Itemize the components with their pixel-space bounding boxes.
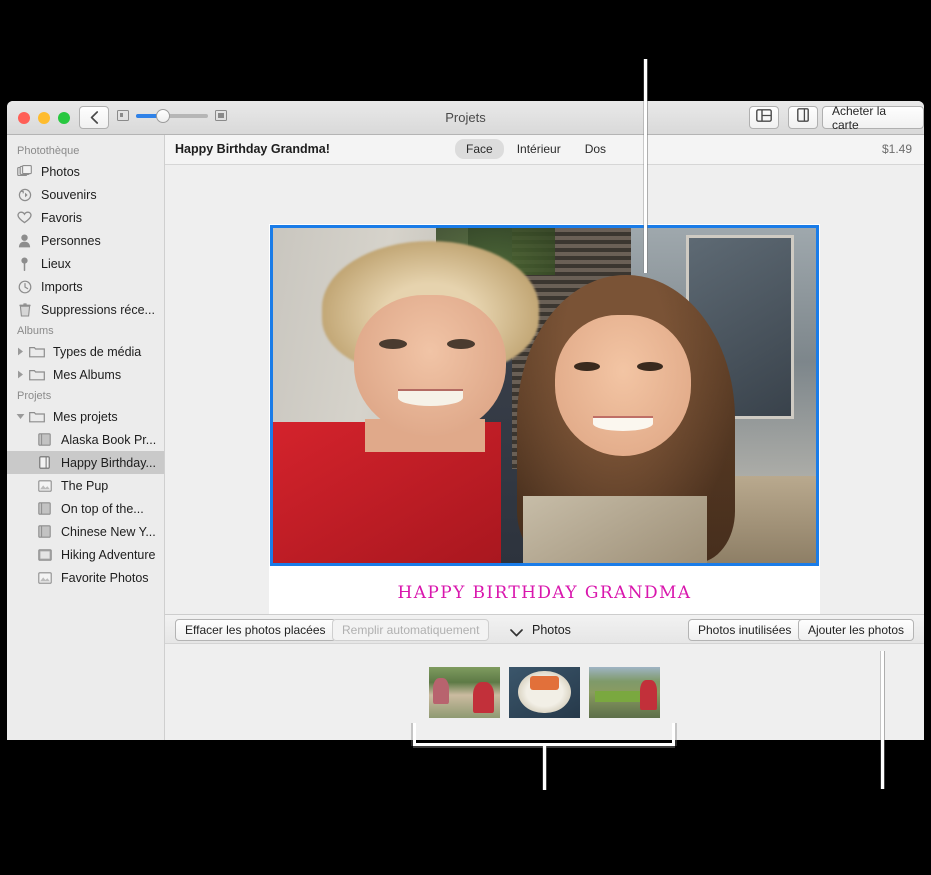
- photos-stack-icon: [15, 165, 34, 178]
- sidebar-item-label: Chinese New Y...: [61, 524, 156, 539]
- disclosure-triangle-collapsed-icon[interactable]: [15, 347, 25, 356]
- sidebar-item-label: Favoris: [41, 210, 82, 225]
- book-icon: [35, 525, 54, 538]
- memories-icon: [15, 188, 34, 202]
- sidebar-item-mes-albums[interactable]: Mes Albums: [7, 363, 164, 386]
- sidebar-item-alaska-book-project[interactable]: Alaska Book Pr...: [7, 428, 164, 451]
- grandmother-granddaughter-photo: [273, 228, 816, 563]
- sidebar-item-label: Hiking Adventure: [61, 547, 156, 562]
- thumbnail-outdoor-dinner[interactable]: [429, 666, 500, 718]
- sidebar-item-label: Alaska Book Pr...: [61, 432, 157, 447]
- sidebar-item-label: Imports: [41, 279, 83, 294]
- slideshow-icon: [35, 548, 54, 561]
- sidebar-item-label: Souvenirs: [41, 187, 97, 202]
- sidebar-item-label: Favorite Photos: [61, 570, 149, 585]
- window-titlebar: Projets Acheter la carte: [7, 101, 924, 135]
- card-caption-text[interactable]: HAPPY BIRTHDAY GRANDMA: [398, 583, 692, 603]
- card-photo-placeholder[interactable]: [270, 225, 819, 566]
- split-view-button[interactable]: [749, 106, 779, 129]
- book-icon: [35, 433, 54, 446]
- autofill-label: Remplir automatiquement: [342, 623, 480, 637]
- sidebar-item-chinese-new-year[interactable]: Chinese New Y...: [7, 520, 164, 543]
- chevron-down-icon[interactable]: [510, 624, 523, 642]
- card-view-button[interactable]: [788, 106, 818, 129]
- sidebar-item-lieux[interactable]: Lieux: [7, 252, 164, 275]
- greeting-card-preview[interactable]: HAPPY BIRTHDAY GRANDMA: [269, 224, 820, 618]
- window-title: Projets: [445, 110, 486, 125]
- sidebar-item-label: Photos: [41, 164, 80, 179]
- sidebar-item-favorite-photos[interactable]: Favorite Photos: [7, 566, 164, 589]
- document-header: Happy Birthday Grandma! Face Intérieur D…: [165, 135, 924, 165]
- unused-photos-label: Photos inutilisées: [698, 623, 792, 637]
- sidebar-item-personnes[interactable]: Personnes: [7, 229, 164, 252]
- sidebar-item-mes-projets[interactable]: Mes projets: [7, 405, 164, 428]
- clear-placed-photos-button[interactable]: Effacer les photos placées: [175, 619, 336, 641]
- sidebar-item-label: Happy Birthday...: [61, 455, 156, 470]
- sidebar-item-label: Personnes: [41, 233, 101, 248]
- map-pin-icon: [15, 257, 34, 271]
- sidebar-item-happy-birthday[interactable]: Happy Birthday...: [7, 451, 164, 474]
- trash-icon: [15, 302, 34, 317]
- sidebar-item-label: Mes projets: [53, 409, 118, 424]
- disclosure-triangle-expanded-icon[interactable]: [15, 413, 25, 420]
- sidebar-item-on-top-of-the[interactable]: On top of the...: [7, 497, 164, 520]
- sidebar-item-photos[interactable]: Photos: [7, 160, 164, 183]
- sidebar-item-suppressions-recentes[interactable]: Suppressions réce...: [7, 298, 164, 321]
- project-title: Happy Birthday Grandma!: [175, 142, 330, 156]
- autofill-button[interactable]: Remplir automatiquement: [332, 619, 490, 641]
- sidebar-item-favoris[interactable]: Favoris: [7, 206, 164, 229]
- segment-dos[interactable]: Dos: [574, 139, 617, 159]
- thumbnail-family-table[interactable]: [589, 666, 660, 718]
- sidebar-item-label: On top of the...: [61, 501, 144, 516]
- segment-interieur[interactable]: Intérieur: [506, 139, 572, 159]
- sidebar[interactable]: Photothèque Photos Souvenirs Favoris Per…: [7, 135, 165, 740]
- add-photos-button[interactable]: Ajouter les photos: [797, 619, 914, 641]
- unused-photos-popup[interactable]: Photos inutilisées: [688, 619, 815, 641]
- main-content: Happy Birthday Grandma! Face Intérieur D…: [165, 135, 924, 740]
- photos-app-window: Projets Acheter la carte Photothèque Pho…: [7, 101, 924, 740]
- folder-icon: [27, 368, 46, 381]
- sidebar-item-label: The Pup: [61, 478, 109, 493]
- segment-face[interactable]: Face: [455, 139, 504, 159]
- thumbnail-salmon-plate[interactable]: [509, 666, 580, 718]
- buy-card-button[interactable]: Acheter la carte: [822, 103, 924, 132]
- sidebar-item-label: Mes Albums: [53, 367, 122, 382]
- card-caption-area[interactable]: HAPPY BIRTHDAY GRANDMA: [270, 569, 819, 617]
- sidebar-item-hiking-adventure[interactable]: Hiking Adventure: [7, 543, 164, 566]
- folder-icon: [27, 345, 46, 358]
- callout-photo-tray-stem: [543, 746, 546, 790]
- sidebar-section-header-photolibrary: Photothèque: [17, 145, 80, 157]
- photos-tray-label: Photos: [532, 623, 571, 637]
- callout-card-preview: [644, 59, 647, 273]
- window-body: Photothèque Photos Souvenirs Favoris Per…: [7, 135, 924, 740]
- sidebar-section-header-projets: Projets: [17, 390, 52, 402]
- sidebar-section-header-albums: Albums: [17, 325, 54, 337]
- print-icon: [35, 571, 54, 584]
- sidebar-item-label: Suppressions réce...: [41, 302, 155, 317]
- sidebar-item-types-de-media[interactable]: Types de média: [7, 340, 164, 363]
- print-icon: [35, 479, 54, 492]
- sidebar-item-label: Types de média: [53, 344, 142, 359]
- book-icon: [35, 502, 54, 515]
- clock-icon: [15, 280, 34, 294]
- heart-icon: [15, 211, 34, 224]
- layout-icon: [756, 108, 772, 127]
- callout-add-photos: [881, 651, 884, 789]
- sidebar-item-label: Lieux: [41, 256, 71, 271]
- price-label: $1.49: [881, 142, 912, 156]
- sidebar-item-souvenirs[interactable]: Souvenirs: [7, 183, 164, 206]
- person-icon: [15, 234, 34, 248]
- photo-tray-toolbar: Effacer les photos placées Remplir autom…: [165, 614, 924, 644]
- disclosure-triangle-collapsed-icon[interactable]: [15, 370, 25, 379]
- sidebar-item-imports[interactable]: Imports: [7, 275, 164, 298]
- card-side-segmented-control[interactable]: Face Intérieur Dos: [455, 139, 617, 159]
- callout-photo-tray: [413, 723, 675, 746]
- sidebar-item-the-pup[interactable]: The Pup: [7, 474, 164, 497]
- add-photos-label: Ajouter les photos: [807, 623, 904, 637]
- folder-icon: [27, 410, 46, 423]
- buy-card-label: Acheter la carte: [832, 103, 887, 132]
- clear-placed-photos-label: Effacer les photos placées: [185, 623, 326, 637]
- folded-card-icon: [797, 108, 809, 127]
- card-icon: [35, 456, 54, 469]
